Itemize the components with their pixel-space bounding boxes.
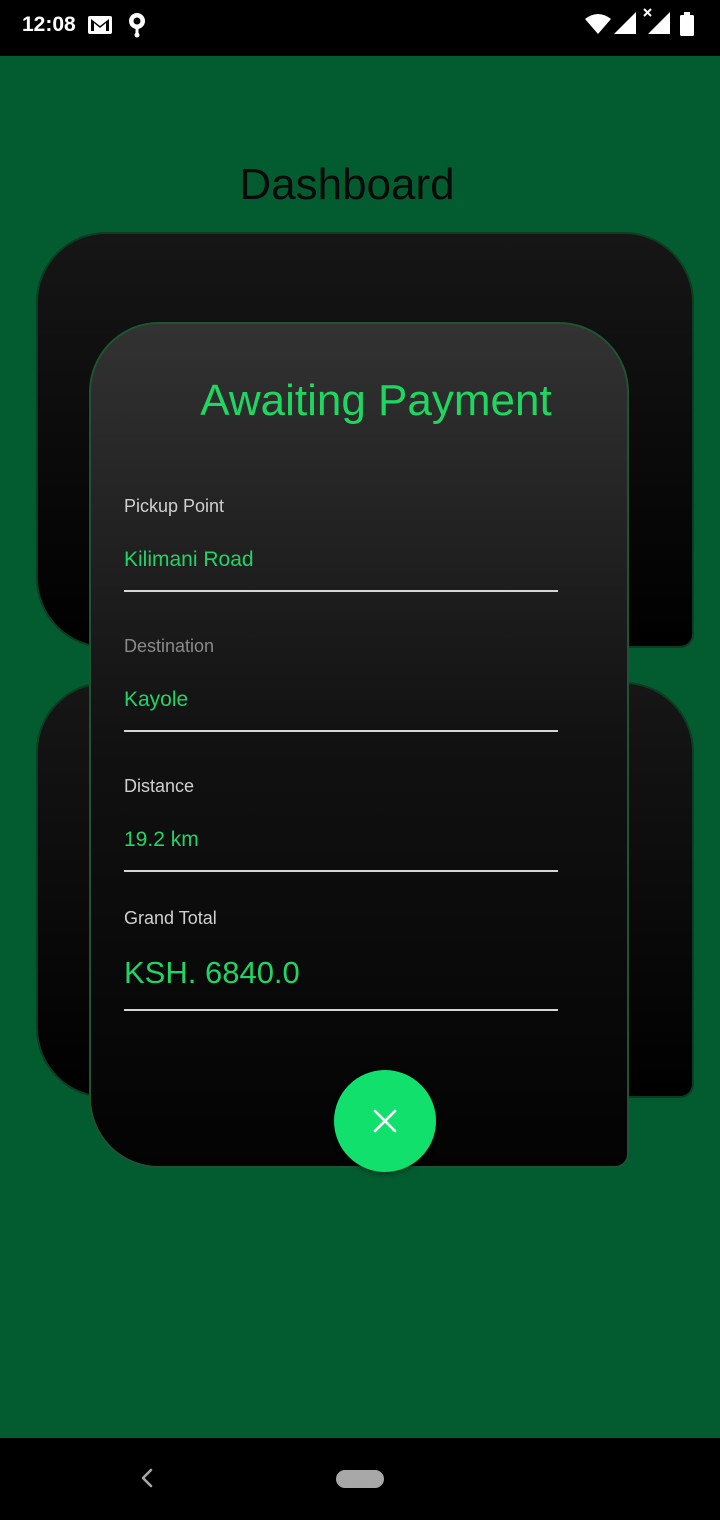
home-button[interactable] (336, 1470, 384, 1488)
back-button[interactable] (134, 1464, 162, 1492)
payment-dialog: Awaiting Payment Pickup Point Kilimani R… (89, 322, 629, 1168)
field-underline (124, 590, 558, 592)
distance-field[interactable]: Distance 19.2 km (124, 776, 558, 872)
close-icon (373, 1109, 397, 1133)
back-icon (141, 1468, 153, 1488)
distance-value[interactable]: 19.2 km (124, 828, 558, 858)
distance-label: Distance (124, 776, 195, 796)
dialog-title: Awaiting Payment (200, 376, 552, 425)
grand-total-field[interactable]: Grand Total KSH. 6840.0 (124, 908, 558, 1011)
battery-icon (680, 12, 694, 41)
wifi-icon (585, 14, 611, 39)
pickup-point-value[interactable]: Kilimani Road (124, 548, 558, 578)
status-time: 12:08 (22, 13, 76, 36)
pickup-point-label: Pickup Point (124, 496, 225, 516)
destination-label: Destination (124, 636, 215, 656)
field-underline (124, 1009, 558, 1011)
signal-icon (614, 12, 636, 39)
pickup-point-field[interactable]: Pickup Point Kilimani Road (124, 496, 558, 592)
field-underline (124, 870, 558, 872)
status-bar: 12:08 (0, 0, 720, 56)
gmail-icon (88, 16, 112, 39)
navigation-bar (0, 1438, 720, 1520)
destination-field[interactable]: Destination Kayole (124, 636, 558, 732)
close-button[interactable] (334, 1070, 436, 1172)
grand-total-value[interactable]: KSH. 6840.0 (124, 955, 558, 997)
grand-total-label: Grand Total (124, 908, 217, 928)
signal-no-data-icon (642, 8, 670, 39)
location-icon (128, 12, 146, 43)
page-title: Dashboard (239, 160, 455, 209)
destination-value[interactable]: Kayole (124, 688, 558, 718)
field-underline (124, 730, 558, 732)
